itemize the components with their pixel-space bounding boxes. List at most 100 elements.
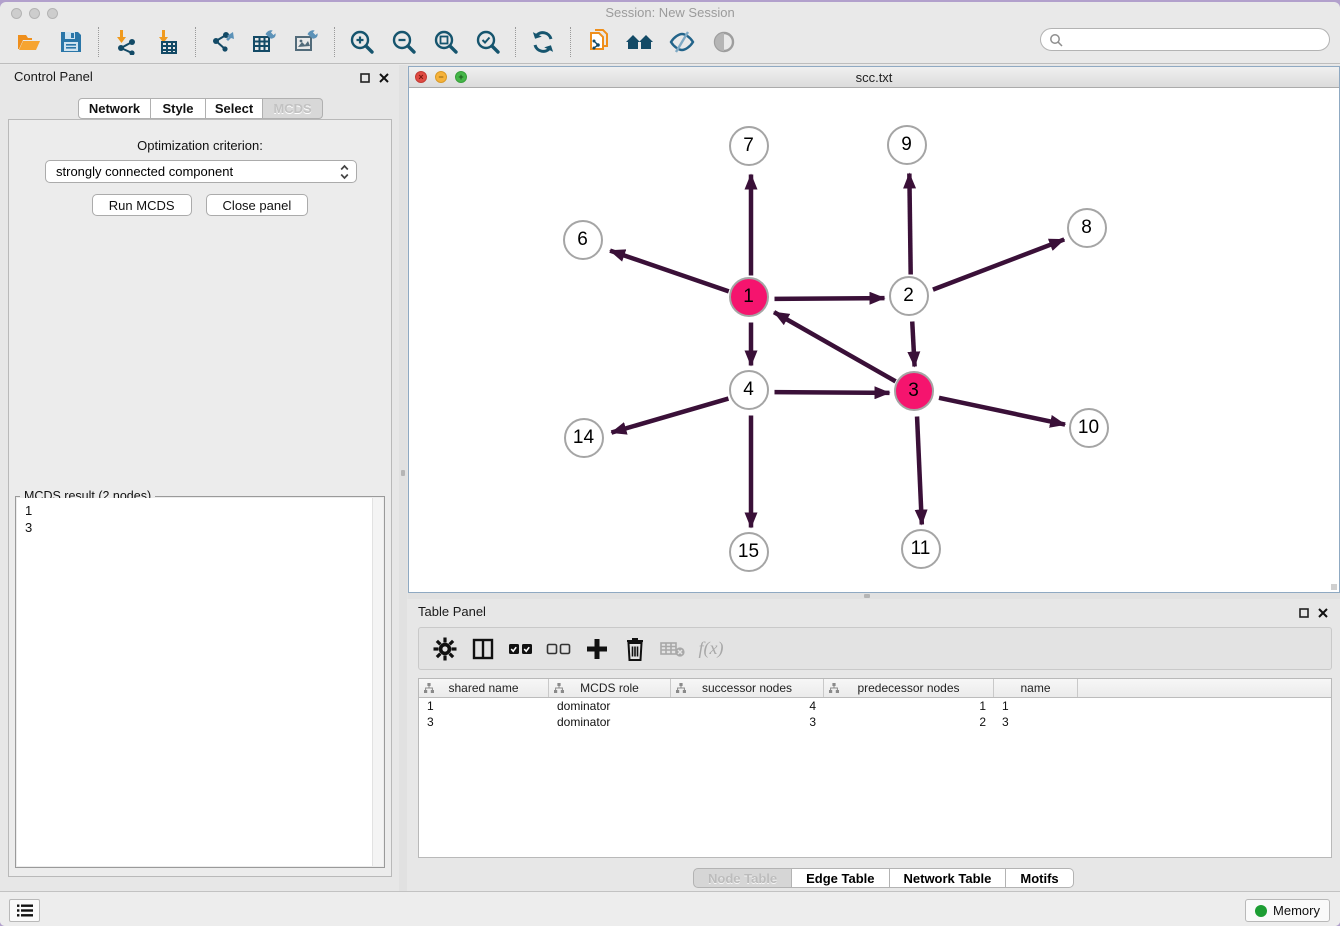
mcds-result-list[interactable]: 1 3 [17,498,383,866]
graph-edge-4-3[interactable] [774,392,889,393]
column-header-mcds-role[interactable]: MCDS role [549,679,671,697]
graph-node-14[interactable]: 14 [564,418,604,458]
graph-node-15[interactable]: 15 [729,532,769,572]
cell-shared-name[interactable]: 3 [419,715,549,729]
graph-edge-2-3[interactable] [912,321,914,366]
criterion-dropdown[interactable]: strongly connected component [45,160,357,183]
cell-successor-nodes[interactable]: 4 [671,699,824,713]
zoom-in-icon[interactable] [347,27,377,57]
graph-edge-3-10[interactable] [939,398,1065,425]
export-image-icon[interactable] [292,27,322,57]
zoom-fit-icon[interactable] [431,27,461,57]
network-window-titlebar[interactable]: × − + scc.txt [409,67,1339,88]
deselect-all-icon[interactable] [545,635,573,663]
graph-edge-1-2[interactable] [774,298,884,299]
float-panel-icon[interactable] [1297,606,1310,619]
graph-node-1[interactable]: 1 [729,277,769,317]
graph-node-3[interactable]: 3 [894,371,934,411]
main-content: Control Panel NetworkStyleSelectMCDS Opt… [0,65,1340,891]
vertical-splitter[interactable] [399,65,407,891]
graph-edge-3-1[interactable] [774,312,896,381]
graph-node-4[interactable]: 4 [729,370,769,410]
table-row[interactable]: 1dominator411 [419,698,1331,714]
cell-successor-nodes[interactable]: 3 [671,715,824,729]
tab-select[interactable]: Select [206,98,263,119]
clone-network-icon[interactable] [583,27,613,57]
graph-edge-1-6[interactable] [610,251,729,292]
graph-node-8[interactable]: 8 [1067,208,1107,248]
list-icon [17,904,33,917]
search-input[interactable] [1063,29,1329,50]
search-field[interactable] [1040,28,1330,51]
cell-mcds-role[interactable]: dominator [549,715,671,729]
refresh-icon[interactable] [528,27,558,57]
toolbar-separator [570,27,571,57]
cell-shared-name[interactable]: 1 [419,699,549,713]
column-header-shared-name[interactable]: shared name [419,679,549,697]
table-tabs: Node TableEdge TableNetwork TableMotifs [693,868,1074,888]
table-settings-icon[interactable] [431,635,459,663]
cell-name[interactable]: 1 [994,699,1078,713]
first-neighbors-icon[interactable] [625,27,655,57]
cell-predecessor-nodes[interactable]: 1 [824,699,994,713]
network-view-window: × − + scc.txt 7 9 6 8 1 2 4 3 14 10 15 11 [408,66,1340,593]
toolbar-separator [98,27,99,57]
import-network-icon[interactable] [111,27,141,57]
hide-graphics-details-icon[interactable] [667,27,697,57]
add-column-icon[interactable] [583,635,611,663]
graph-edge-2-9[interactable] [909,173,910,274]
table-panel: Table Panel [407,599,1340,891]
select-all-icon[interactable] [507,635,535,663]
tab-network-table[interactable]: Network Table [890,868,1007,888]
cell-mcds-role[interactable]: dominator [549,699,671,713]
export-network-icon[interactable] [208,27,238,57]
column-header-name[interactable]: name [994,679,1078,697]
tab-motifs[interactable]: Motifs [1006,868,1073,888]
export-table-icon[interactable] [250,27,280,57]
close-panel-icon[interactable] [377,71,390,84]
show-graphics-details-icon[interactable] [709,27,739,57]
graph-node-10[interactable]: 10 [1069,408,1109,448]
tab-edge-table[interactable]: Edge Table [792,868,889,888]
task-history-button[interactable] [9,899,40,922]
table-row[interactable]: 3dominator323 [419,714,1331,730]
resize-grip[interactable] [1331,584,1337,590]
graph-node-11[interactable]: 11 [901,529,941,569]
memory-button[interactable]: Memory [1245,899,1330,922]
column-header-predecessor-nodes[interactable]: predecessor nodes [824,679,994,697]
graph-node-6[interactable]: 6 [563,220,603,260]
network-canvas[interactable]: 7 9 6 8 1 2 4 3 14 10 15 11 [409,88,1339,592]
table-body: 1dominator4113dominator323 [419,698,1331,730]
tab-mcds[interactable]: MCDS [263,98,323,119]
chevron-updown-icon [340,164,349,183]
float-panel-icon[interactable] [358,71,371,84]
graph-node-2[interactable]: 2 [889,276,929,316]
zoom-out-icon[interactable] [389,27,419,57]
memory-label: Memory [1273,903,1320,918]
graph-edge-3-11[interactable] [917,416,922,524]
close-panel-icon[interactable] [1316,606,1329,619]
graph-edge-4-14[interactable] [611,399,728,433]
tab-network[interactable]: Network [78,98,151,119]
import-table-icon[interactable] [153,27,183,57]
close-panel-button[interactable]: Close panel [206,194,309,216]
graph-node-7[interactable]: 7 [729,126,769,166]
run-mcds-button[interactable]: Run MCDS [92,194,192,216]
titlebar: Session: New Session [0,2,1340,21]
graph-edge-2-8[interactable] [933,239,1064,289]
scrollbar-track[interactable] [372,498,383,866]
column-header-successor-nodes[interactable]: successor nodes [671,679,824,697]
graph-node-9[interactable]: 9 [887,125,927,165]
edge-layer [409,88,1339,592]
cell-name[interactable]: 3 [994,715,1078,729]
save-session-icon[interactable] [56,27,86,57]
open-session-icon[interactable] [14,27,44,57]
cell-predecessor-nodes[interactable]: 2 [824,715,994,729]
delete-column-icon[interactable] [621,635,649,663]
search-icon [1049,33,1063,47]
show-columns-icon[interactable] [469,635,497,663]
zoom-selected-icon[interactable] [473,27,503,57]
tab-node-table[interactable]: Node Table [693,868,792,888]
mcds-result-group: MCDS result (2 nodes) 1 3 [15,496,385,868]
tab-style[interactable]: Style [151,98,206,119]
